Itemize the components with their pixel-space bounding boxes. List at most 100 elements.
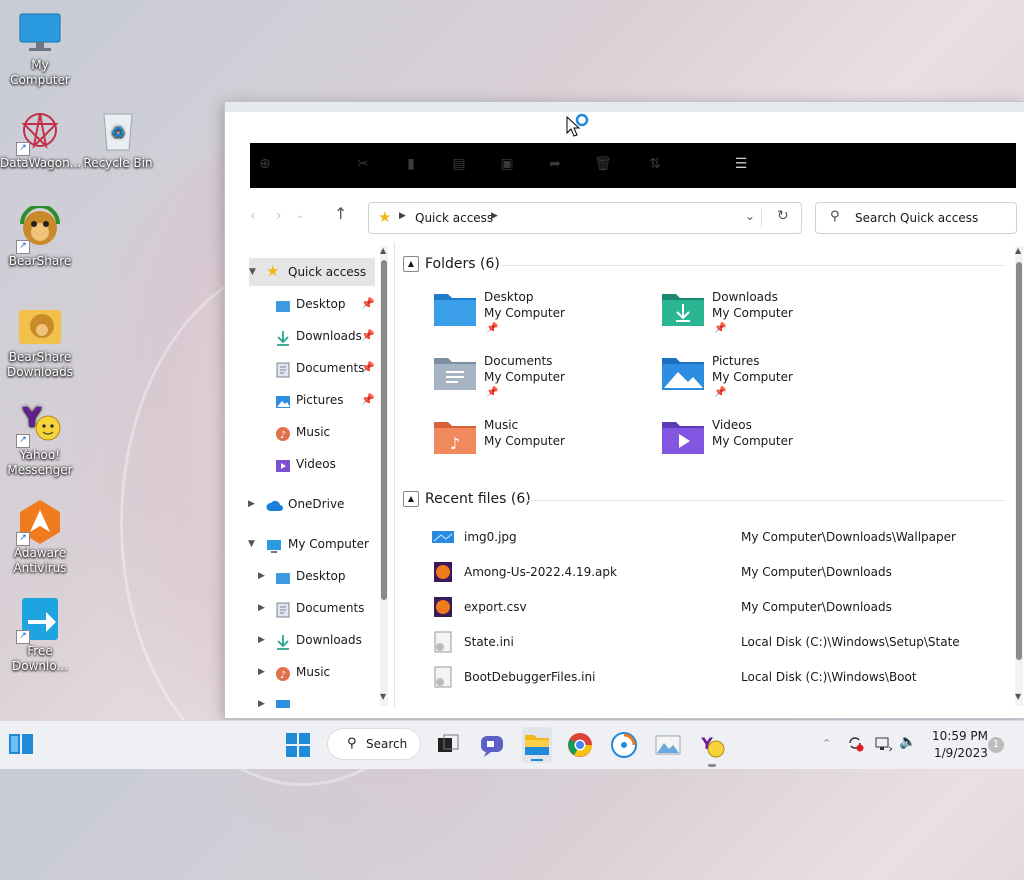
nav-pc-desktop[interactable]: ▶ Desktop (238, 562, 378, 590)
nav-item-videos[interactable]: Videos (238, 450, 378, 478)
recent-locations-icon[interactable]: ⌄ (296, 210, 304, 221)
content-scrollbar-thumb[interactable] (1016, 262, 1022, 660)
desktop-icon-bearshare-downloads[interactable]: BearShare Downloads (0, 302, 80, 380)
photos-icon[interactable] (654, 731, 682, 759)
nav-item-music[interactable]: ♪ Music (238, 418, 378, 446)
nav-pc-documents[interactable]: ▶ Documents (238, 594, 378, 622)
desktop-icon-datawagon[interactable]: ↗ DataWagon... (0, 108, 81, 171)
pin-icon[interactable]: 📌 (361, 322, 375, 350)
cut-icon[interactable]: ✂ (354, 155, 372, 173)
taskbar-search[interactable]: ⚲ Search (327, 728, 421, 760)
section-title: Recent files (6) (425, 491, 531, 507)
nav-scrollbar-thumb[interactable] (381, 260, 387, 600)
taskbar: Y ⌃ ✕ 🔈 10:59 PM 1/9/2023 1 (0, 720, 1024, 769)
sort-icon[interactable]: ⇅ (646, 155, 664, 173)
folder-videos[interactable]: Videos My Computer (662, 418, 872, 474)
collapsed-arrow-icon[interactable]: ▶ (258, 562, 265, 590)
file-path: My Computer\Downloads (741, 600, 892, 614)
nav-onedrive[interactable]: ▶ OneDrive (238, 490, 378, 518)
notification-badge[interactable]: 1 (988, 737, 1004, 753)
chevron-right-icon[interactable]: ▶ (491, 211, 498, 221)
paste-icon[interactable]: ▤ (450, 155, 468, 173)
nav-item-pictures[interactable]: Pictures 📌 (238, 386, 378, 414)
collapse-icon[interactable]: ▲ (403, 256, 419, 272)
search-box[interactable]: ⚲ Search Quick access (815, 202, 1017, 234)
folder-desktop[interactable]: Desktop My Computer 📌 (434, 290, 644, 346)
backup-app-icon[interactable] (610, 731, 638, 759)
settings-file-icon (432, 631, 454, 653)
folder-pictures[interactable]: Pictures My Computer 📌 (662, 354, 872, 410)
recent-file-row[interactable]: img0.jpg My Computer\Downloads\Wallpaper (428, 521, 1008, 555)
back-icon[interactable]: ‹ (250, 208, 256, 224)
scroll-up-icon[interactable]: ▲ (1015, 246, 1021, 255)
svg-text:♪: ♪ (450, 434, 460, 453)
nav-label: Music (296, 665, 331, 679)
copy-icon[interactable]: ▮ (402, 155, 420, 173)
start-icon[interactable] (284, 731, 312, 759)
sync-icon[interactable] (846, 734, 864, 755)
pin-icon[interactable]: 📌 (361, 354, 375, 382)
view-icon[interactable]: ☰ (732, 155, 750, 173)
desktop-icon-yahoo-messenger[interactable]: Y ↗ Yahoo! Messenger (0, 400, 80, 478)
nav-item-downloads[interactable]: Downloads 📌 (238, 322, 378, 350)
recent-files-section-header[interactable]: ▲ Recent files (6) (403, 491, 531, 507)
nav-quick-access[interactable]: ▼ ★ Quick access (249, 258, 375, 286)
folders-section-header[interactable]: ▲ Folders (6) (403, 256, 500, 272)
share-icon[interactable]: ➦ (546, 155, 564, 173)
clock-date[interactable]: 1/9/2023 (934, 746, 988, 760)
widgets-icon[interactable] (8, 731, 36, 759)
yahoo-messenger-taskbar-icon[interactable]: Y (698, 731, 726, 759)
forward-icon[interactable]: › (276, 208, 282, 224)
nav-scrollbar[interactable]: ▲ ▼ (380, 246, 388, 706)
folder-bear-icon (16, 302, 64, 348)
collapsed-arrow-icon[interactable]: ▶ (258, 626, 265, 654)
desktop-icon-recycle-bin[interactable]: ♻ Recycle Bin (78, 108, 158, 171)
expanded-arrow-icon[interactable]: ▼ (249, 258, 256, 286)
address-location[interactable]: Quick access (415, 211, 493, 225)
recent-file-row[interactable]: export.csv My Computer\Downloads (428, 591, 1008, 625)
pin-icon[interactable]: 📌 (361, 386, 375, 414)
file-explorer-taskbar-icon[interactable] (522, 727, 552, 763)
nav-my-computer[interactable]: ▼ My Computer (238, 530, 378, 558)
scroll-down-icon[interactable]: ▼ (380, 692, 386, 701)
collapsed-arrow-icon[interactable]: ▶ (258, 658, 265, 686)
expanded-arrow-icon[interactable]: ▼ (248, 530, 255, 558)
recent-file-row[interactable]: State.ini Local Disk (C:)\Windows\Setup\… (428, 626, 1008, 660)
volume-icon[interactable]: 🔈 (899, 734, 916, 750)
chat-icon[interactable] (478, 731, 506, 759)
network-icon[interactable]: ✕ (874, 735, 895, 756)
pin-icon[interactable]: 📌 (361, 290, 375, 318)
collapse-icon[interactable]: ▲ (403, 491, 419, 507)
recent-file-row[interactable]: Among-Us-2022.4.19.apk My Computer\Downl… (428, 556, 1008, 590)
chrome-icon[interactable] (566, 731, 594, 759)
desktop-icon-my-computer[interactable]: My Computer (0, 10, 80, 88)
nav-item-documents[interactable]: Documents 📌 (238, 354, 378, 382)
recent-file-row[interactable]: BootDebuggerFiles.ini Local Disk (C:)\Wi… (428, 661, 1008, 695)
clock-time[interactable]: 10:59 PM (932, 729, 988, 743)
rename-icon[interactable]: ▣ (498, 155, 516, 173)
desktop-icon-adaware[interactable]: ↗ Adaware Antivirus (0, 498, 80, 576)
show-hidden-icons-icon[interactable]: ⌃ (822, 737, 831, 750)
collapsed-arrow-icon[interactable]: ▶ (258, 594, 265, 622)
nav-pc-downloads[interactable]: ▶ Downloads (238, 626, 378, 654)
delete-icon[interactable]: 🗑 (594, 155, 612, 173)
nav-item-desktop[interactable]: Desktop 📌 (238, 290, 378, 318)
nav-pc-music[interactable]: ▶ ♪ Music (238, 658, 378, 686)
address-dropdown-icon[interactable]: ⌄ (745, 209, 755, 223)
collapsed-arrow-icon[interactable]: ▶ (248, 490, 255, 518)
address-bar[interactable]: ★ ▶ Quick access ▶ ⌄ ↻ (368, 202, 802, 234)
scroll-down-icon[interactable]: ▼ (1015, 692, 1021, 701)
folder-documents[interactable]: Documents My Computer 📌 (434, 354, 644, 410)
task-view-icon[interactable] (434, 731, 462, 759)
collapsed-arrow-icon[interactable]: ▶ (258, 690, 265, 708)
desktop-icon-free-download-manager[interactable]: ↗ Free Downlo... (0, 596, 80, 674)
refresh-icon[interactable]: ↻ (777, 208, 789, 224)
new-icon[interactable]: ⊕ (256, 155, 274, 173)
up-icon[interactable]: ↑ (334, 204, 347, 223)
desktop-icon-bearshare[interactable]: ↗ BearShare (0, 204, 80, 269)
folder-downloads[interactable]: Downloads My Computer 📌 (662, 290, 872, 346)
folder-music[interactable]: ♪ Music My Computer (434, 418, 644, 474)
content-scrollbar[interactable]: ▲ ▼ (1015, 246, 1023, 706)
scroll-up-icon[interactable]: ▲ (380, 246, 386, 255)
nav-pc-partial-item[interactable]: ▶ (238, 690, 378, 708)
